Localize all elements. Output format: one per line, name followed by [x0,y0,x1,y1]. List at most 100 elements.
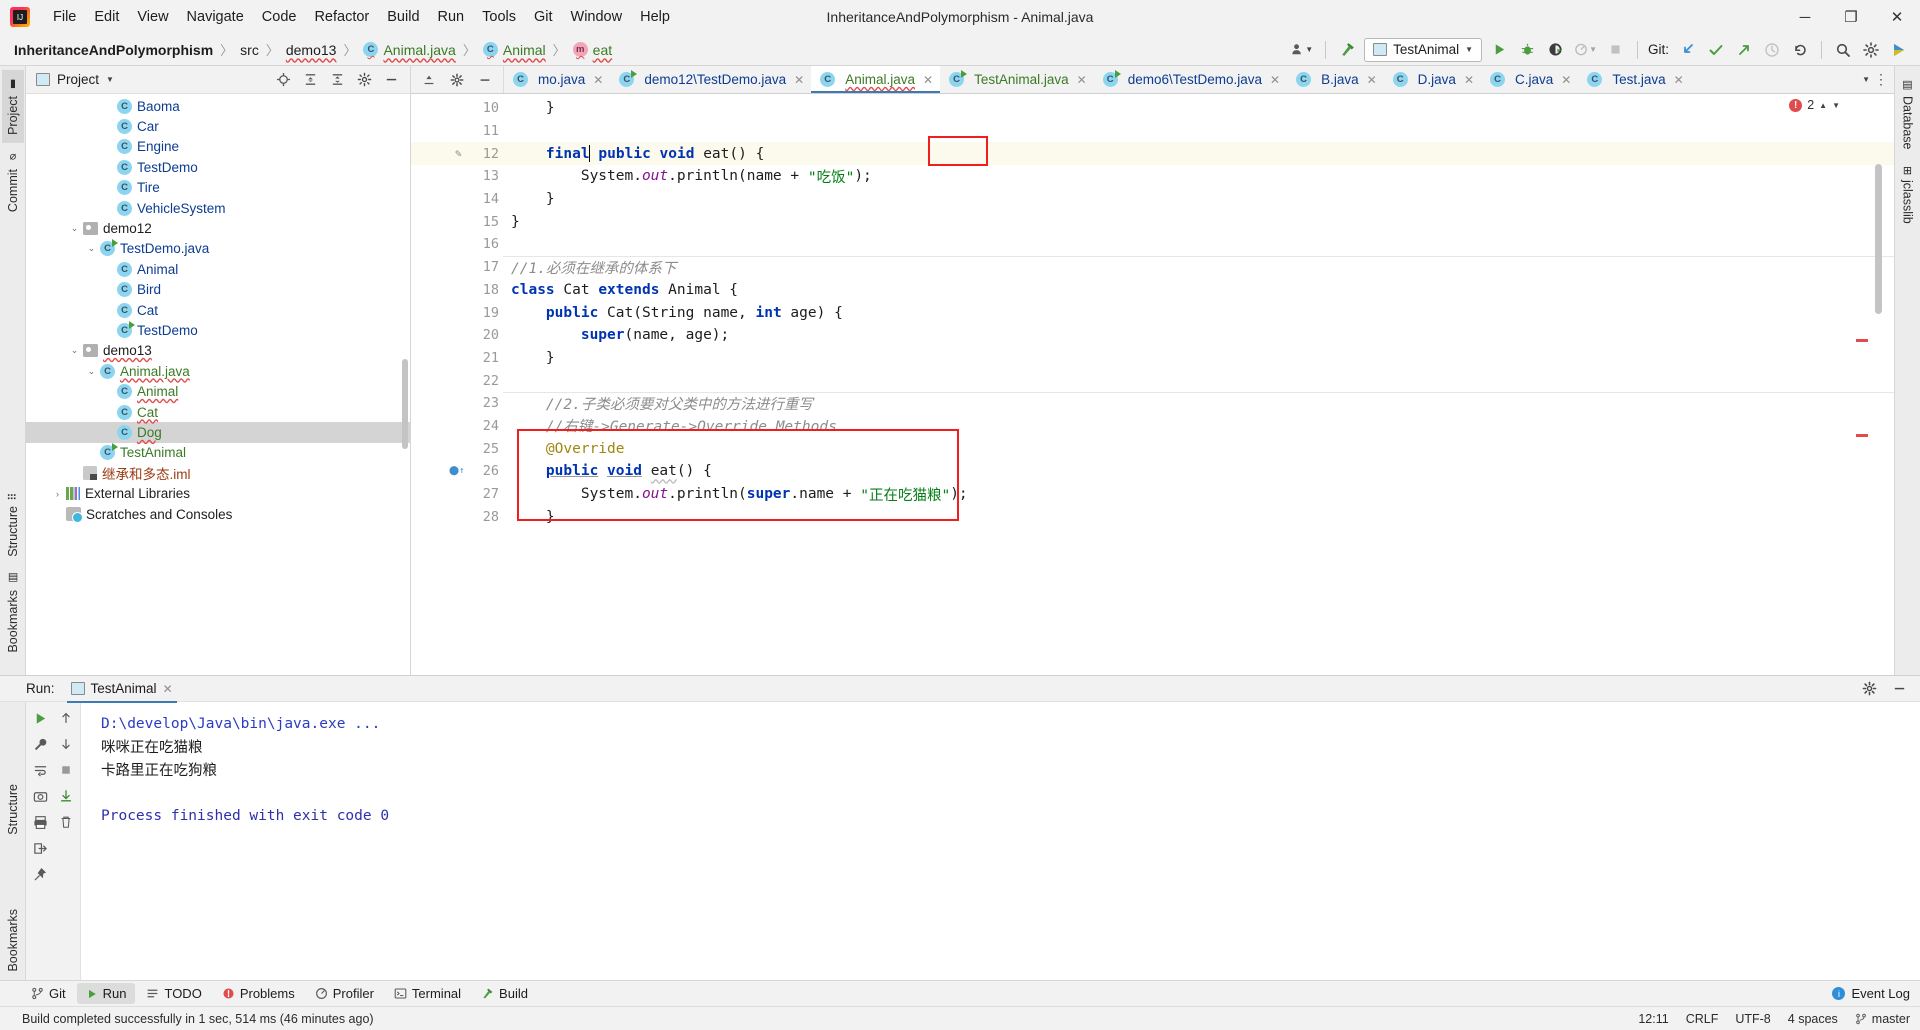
chevron-down-icon[interactable]: ⌄ [68,223,81,234]
rail-tab-bookmarks[interactable]: Bookmarks [2,901,24,980]
soft-wrap-icon[interactable] [27,757,53,783]
tree-item-car[interactable]: C Car [26,116,410,136]
bottom-tab-todo[interactable]: TODO [137,983,210,1004]
gutter-line[interactable]: 18⊟ [411,279,515,302]
chevron-down-icon[interactable]: ▼ [1832,101,1840,110]
editor-tab-animal-java[interactable]: C Animal.java ✕ [811,66,941,93]
gutter-line[interactable]: 14⊟ [411,188,515,211]
chevron-down-icon[interactable]: ▼ [1862,75,1870,84]
menu-file[interactable]: File [44,5,85,29]
chevron-down-icon[interactable]: ▼ [106,75,114,84]
rail-tab-jclasslib[interactable]: ⊞ jclasslib [1897,158,1919,232]
up-arrow-icon[interactable] [53,705,79,731]
menu-help[interactable]: Help [631,5,679,29]
user-avatar-icon[interactable]: ▼ [1286,37,1317,63]
stop-icon[interactable] [1603,37,1629,63]
code-line[interactable]: //右键->Generate->Override Methods [503,415,1894,438]
tree-item-external-libraries[interactable]: › External Libraries [26,483,410,503]
gutter-line[interactable]: 27 [411,483,503,506]
project-tree[interactable]: C Baoma C Car C Engine C TestDemo C Tire C VehicleS… [26,94,410,675]
code-line[interactable]: } [503,210,1894,233]
hide-icon[interactable] [472,67,498,93]
tree-item-demo12[interactable]: ⌄ demo12 [26,218,410,238]
implementing-method-icon[interactable]: ⬤↑ [449,466,465,476]
editor-scrollbar[interactable] [1875,164,1882,314]
git-push-icon[interactable] [1731,37,1757,63]
code-line[interactable]: } [503,188,1894,211]
code-line[interactable]: System. out .println(super .name + "正在吃猫粮")… [503,483,1894,506]
tree-item-vehiclesystem[interactable]: C VehicleSystem [26,198,410,218]
tree-item-testanimal[interactable]: C TestAnimal [26,443,410,463]
code-line[interactable]: public Cat(String name, int age) { [503,301,1894,324]
gutter-line[interactable]: 15⊟ [411,210,515,233]
code-line[interactable]: super (name, age); [503,324,1894,347]
tree-item-bird[interactable]: C Bird [26,280,410,300]
profiler-icon[interactable]: ▼ [1570,37,1601,63]
editor-tab-testanimal-java[interactable]: C TestAnimal.java ✕ [940,66,1094,93]
tree-item-cat[interactable]: C Cat [26,402,410,422]
editor-tab-d-java[interactable]: C D.java ✕ [1384,66,1481,93]
rail-tab-database[interactable]: ▤ Database [1897,70,1919,158]
gutter-line[interactable]: 20 [411,324,503,347]
code-line[interactable]: } [503,347,1894,370]
expand-all-icon[interactable] [324,67,350,93]
console-output[interactable]: D:\develop\Java\bin\java.exe ... 咪咪正在吃猫粮卡… [81,702,1920,980]
code-line[interactable]: class Cat extends Animal { [503,279,1894,302]
tree-item-testdemo[interactable]: C TestDemo [26,157,410,177]
tree-item-scratches-and-consoles[interactable]: Scratches and Consoles [26,504,410,524]
locate-icon[interactable] [270,67,296,93]
gutter-line[interactable]: 19⊟ [411,301,515,324]
menu-view[interactable]: View [128,5,177,29]
breadcrumb-project[interactable]: InheritanceAndPolymorphism [14,42,213,58]
gutter-line[interactable]: 22 [411,369,503,392]
clear-all-icon[interactable] [53,809,79,835]
idea-feedback-icon[interactable] [1886,37,1912,63]
menu-edit[interactable]: Edit [85,5,128,29]
rail-tab-structure[interactable]: Structure ⠿ [2,485,24,565]
build-hammer-icon[interactable] [1334,37,1360,63]
breadcrumb-package[interactable]: demo13 [286,42,337,58]
search-everywhere-icon[interactable] [1830,37,1856,63]
bottom-tab-profiler[interactable]: Profiler [306,983,383,1004]
maximize-button[interactable]: ❐ [1828,0,1874,34]
git-branch-widget[interactable]: master [1855,1012,1910,1026]
editor-tab-c-java[interactable]: C C.java ✕ [1481,66,1578,93]
tree-item-dog[interactable]: C Dog [26,422,410,443]
close-icon[interactable]: ✕ [163,682,173,696]
stop-icon[interactable] [53,757,79,783]
chevron-down-icon[interactable]: ⌄ [85,366,98,377]
run-icon[interactable] [1486,37,1512,63]
editor-tab-demo6-testdemo-java[interactable]: Cdemo6\TestDemo.java ✕ [1094,66,1287,93]
tree-item-animal[interactable]: C Animal [26,259,410,279]
export-icon[interactable] [27,835,53,861]
gutter-line[interactable]: 10 [411,97,503,120]
editor-gutter[interactable]: 101112✎⊟1314⊟15⊟161718⊟19⊟2021⊟2223⊟24⊟2… [411,94,515,675]
chevron-down-icon[interactable]: ⌄ [68,345,81,356]
git-commit-icon[interactable] [1703,37,1729,63]
gutter-line[interactable]: 11 [411,120,503,143]
menu-navigate[interactable]: Navigate [178,5,253,29]
code-editor[interactable]: 101112✎⊟1314⊟15⊟161718⊟19⊟2021⊟2223⊟24⊟2… [411,94,1894,675]
line-separator[interactable]: CRLF [1686,1012,1719,1026]
editor-tab-b-java[interactable]: C B.java ✕ [1287,66,1384,93]
run-configuration-selector[interactable]: TestAnimal ▼ [1364,37,1483,62]
collapse-all-icon[interactable] [297,67,323,93]
bottom-tab-problems[interactable]: Problems [213,983,304,1004]
settings-gear-icon[interactable] [1858,37,1884,63]
code-line[interactable] [503,120,1894,143]
tree-item-testdemo[interactable]: C TestDemo [26,320,410,340]
minimize-button[interactable]: ─ [1782,0,1828,34]
settings-gear-icon[interactable] [444,67,470,93]
editor-tab-demo12-testdemo-java[interactable]: Cdemo12\TestDemo.java ✕ [610,66,811,93]
code-line[interactable]: final public void eat() { [503,142,1894,166]
gutter-line[interactable]: 21⊟ [411,347,515,370]
tree-item-baoma[interactable]: C Baoma [26,96,410,116]
editor-tab-mo-java[interactable]: Cmo.java ✕ [504,66,610,93]
breadcrumb-src[interactable]: src [240,42,259,58]
gutter-line[interactable]: 25 [411,437,503,460]
close-button[interactable]: ✕ [1874,0,1920,34]
breadcrumb-class[interactable]: C Animal [482,42,546,58]
print-icon[interactable] [27,809,53,835]
gutter-line[interactable]: 17 [411,256,503,279]
tree-item-cat[interactable]: C Cat [26,300,410,320]
